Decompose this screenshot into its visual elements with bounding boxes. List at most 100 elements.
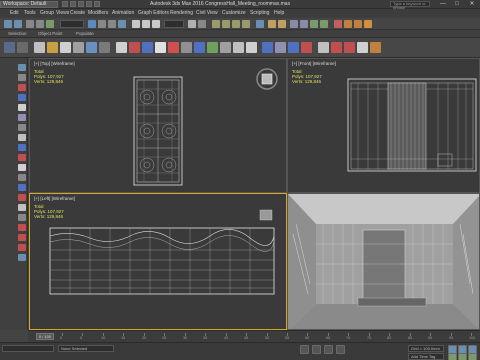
modify-panel-icon[interactable] [17,42,28,53]
menu-civil-view[interactable]: Civil View [196,10,218,17]
redo-icon[interactable] [14,20,22,28]
render-setup-icon[interactable] [344,20,352,28]
angle-snap-icon[interactable] [222,20,230,28]
edit-poly-icon[interactable] [370,42,381,53]
reference-coord-dropdown[interactable] [164,20,184,28]
viewport-front[interactable]: [+] [Front] [Wireframe] Total Polys: 107… [287,58,480,193]
select-by-name-icon[interactable] [98,20,106,28]
redo-icon[interactable] [94,1,100,7]
rendered-frame-icon[interactable] [354,20,362,28]
sphere-icon[interactable] [142,42,153,53]
teapot-icon[interactable] [181,42,192,53]
shrink-icon[interactable] [18,194,26,201]
track-bar[interactable]: 0 5 10 15 20 25 30 35 40 45 50 55 60 65 70 75 80 85 90 95 10… [60,333,477,341]
link-icon[interactable] [26,20,34,28]
soft-select-icon[interactable] [18,174,26,181]
cylinder-icon[interactable] [155,42,166,53]
torus-icon[interactable] [168,42,179,53]
bend-icon[interactable] [331,42,342,53]
spacewarps-icon[interactable] [99,42,110,53]
undo-icon[interactable] [4,20,12,28]
paint-select-icon[interactable] [18,74,26,81]
standard-primitives-icon[interactable] [116,42,127,53]
viewport-perspective[interactable] [287,193,480,330]
edge-icon[interactable] [18,134,26,141]
lights-icon[interactable] [60,42,71,53]
move-icon[interactable] [132,20,140,28]
manipulate-icon[interactable] [198,20,206,28]
box-icon[interactable] [129,42,140,53]
place-icon[interactable] [18,114,26,121]
rotate-icon[interactable] [142,20,150,28]
percent-snap-icon[interactable] [232,20,240,28]
extrude-tool-icon[interactable] [18,224,26,231]
menu-help[interactable]: Help [274,10,284,17]
taper-icon[interactable] [344,42,355,53]
helpers-icon[interactable] [86,42,97,53]
search-input[interactable]: Type a keyword or phrase [390,1,430,10]
lock-selection-icon[interactable] [300,345,309,354]
shapemerge-icon[interactable] [301,42,312,53]
scale-tool-icon[interactable] [18,104,26,111]
loft-icon[interactable] [262,42,273,53]
menu-modifiers[interactable]: Modifiers [88,10,108,17]
mirror-icon[interactable] [268,20,276,28]
tab-selection[interactable]: Selection [8,31,27,37]
material-editor-icon[interactable] [334,20,342,28]
border-icon[interactable] [18,144,26,151]
extrude-icon[interactable] [318,42,329,53]
unlink-icon[interactable] [36,20,44,28]
inset-tool-icon[interactable] [18,244,26,251]
undo-icon[interactable] [86,1,92,7]
menu-rendering[interactable]: Rendering [170,10,193,17]
layer-manager-icon[interactable] [290,20,298,28]
time-slider[interactable]: 0 / 100 [36,333,54,340]
viewcube-icon[interactable] [255,67,279,91]
menu-views[interactable]: Views [56,10,69,17]
maximize-button[interactable]: □ [450,0,464,8]
bevel-tool-icon[interactable] [18,234,26,241]
menu-scripting[interactable]: Scripting [250,10,269,17]
viewport-top[interactable]: [+] [Top] [Wireframe] Total Polys: 107,9… [29,58,287,193]
selection-filter-dropdown[interactable] [60,20,84,28]
snaps-toggle-icon[interactable] [212,20,220,28]
window-crossing-icon[interactable] [118,20,126,28]
menu-group[interactable]: Group [40,10,54,17]
spinner-snap-icon[interactable] [242,20,250,28]
geometry-icon[interactable] [34,42,45,53]
last-frame-icon[interactable] [468,353,477,360]
ribbon-toggle-icon[interactable] [300,20,308,28]
next-frame-icon[interactable] [458,353,467,360]
ring-icon[interactable] [18,204,26,211]
move-tool-icon[interactable] [18,84,26,91]
shapes-icon[interactable] [47,42,58,53]
cut-tool-icon[interactable] [18,254,26,261]
vertex-icon[interactable] [18,124,26,131]
tab-object-paint[interactable]: Object Paint [38,31,63,37]
y-coord-field[interactable] [324,345,333,354]
scale-icon[interactable] [152,20,160,28]
x-coord-field[interactable] [312,345,321,354]
close-button[interactable]: ✕ [465,0,479,8]
menu-create[interactable]: Create [70,10,85,17]
geosphere-icon[interactable] [220,42,231,53]
scatter-icon[interactable] [288,42,299,53]
minimize-button[interactable]: — [436,0,450,8]
pivot-center-icon[interactable] [188,20,196,28]
z-coord-field[interactable] [336,345,345,354]
viewport-left[interactable]: [+] [Left] [Wireframe] Total Polys: 107,… [29,193,287,330]
select-icon[interactable] [18,64,26,71]
schematic-view-icon[interactable] [320,20,328,28]
play-icon[interactable] [448,353,457,360]
new-file-icon[interactable] [62,1,68,7]
save-file-icon[interactable] [78,1,84,7]
bind-spacewarp-icon[interactable] [46,20,54,28]
workspace-selector[interactable]: Workspace: Default [0,1,58,8]
add-time-tag[interactable]: Add Time Tag [408,353,444,360]
rotate-tool-icon[interactable] [18,94,26,101]
pyramid-icon[interactable] [246,42,257,53]
selection-region-icon[interactable] [108,20,116,28]
create-panel-icon[interactable] [4,42,15,53]
tube-icon[interactable] [233,42,244,53]
menu-edit[interactable]: Edit [10,10,19,17]
